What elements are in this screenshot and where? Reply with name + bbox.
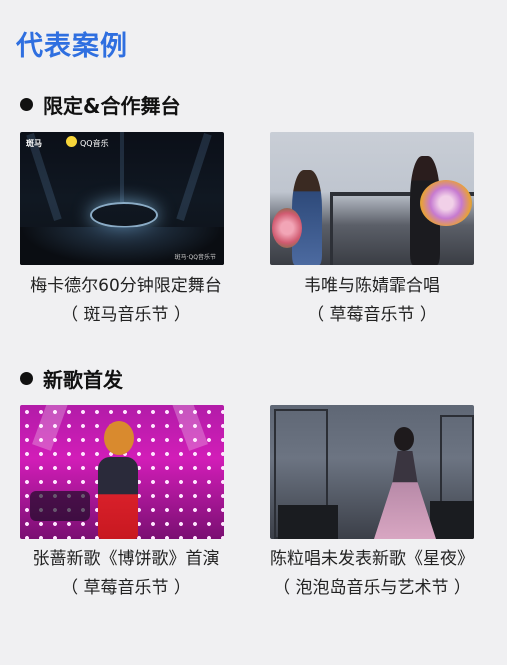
section-title-text: 新歌首发	[43, 368, 123, 392]
case-festival: （ 草莓音乐节 ）	[61, 578, 191, 598]
case-caption: 梅卡德尔60分钟限定舞台 （ 斑马音乐节 ）	[6, 272, 246, 330]
singer-body-shape	[98, 457, 138, 539]
section-title-text: 限定&合作舞台	[43, 94, 181, 118]
section-title-collab-stage: 限定&合作舞台	[20, 90, 180, 119]
case-caption: 韦唯与陈婧霏合唱 （ 草莓音乐节 ）	[252, 272, 492, 330]
case-image-concert-stage[interactable]: 斑马 QQ音乐 斑马·QQ音乐节	[20, 132, 224, 265]
case-festival: （ 草莓音乐节 ）	[307, 305, 437, 325]
case-title: 张蔷新歌《博饼歌》首演	[32, 549, 220, 569]
case-caption: 陈粒唱未发表新歌《星夜》 （ 泡泡岛音乐与艺术节 ）	[252, 545, 492, 603]
event-tag: 斑马·QQ音乐节	[174, 254, 216, 261]
qq-music-icon	[66, 136, 77, 147]
bullet-icon	[20, 372, 33, 385]
drum-kit-shape	[30, 491, 90, 521]
case-festival: （ 泡泡岛音乐与艺术节 ）	[273, 578, 471, 598]
singer-dress-shape	[374, 451, 436, 539]
case-image-gown-stage[interactable]	[270, 405, 474, 539]
case-image-duet[interactable]	[270, 132, 474, 265]
section-title-new-song: 新歌首发	[20, 364, 123, 393]
event-logo: 斑马	[26, 139, 42, 148]
case-image-pink-stage[interactable]	[20, 405, 224, 539]
case-title: 韦唯与陈婧霏合唱	[304, 276, 440, 296]
bullet-icon	[20, 98, 33, 111]
partner-label: QQ音乐	[80, 139, 109, 148]
case-title: 陈粒唱未发表新歌《星夜》	[270, 549, 474, 569]
singer-head-shape	[104, 421, 134, 455]
case-title: 梅卡德尔60分钟限定舞台	[30, 276, 222, 296]
singer-head-shape	[394, 427, 414, 451]
stage-ring-shape	[90, 202, 158, 228]
page-title: 代表案例	[16, 31, 128, 62]
case-caption: 张蔷新歌《博饼歌》首演 （ 草莓音乐节 ）	[6, 545, 246, 603]
case-festival: （ 斑马音乐节 ）	[61, 305, 191, 325]
